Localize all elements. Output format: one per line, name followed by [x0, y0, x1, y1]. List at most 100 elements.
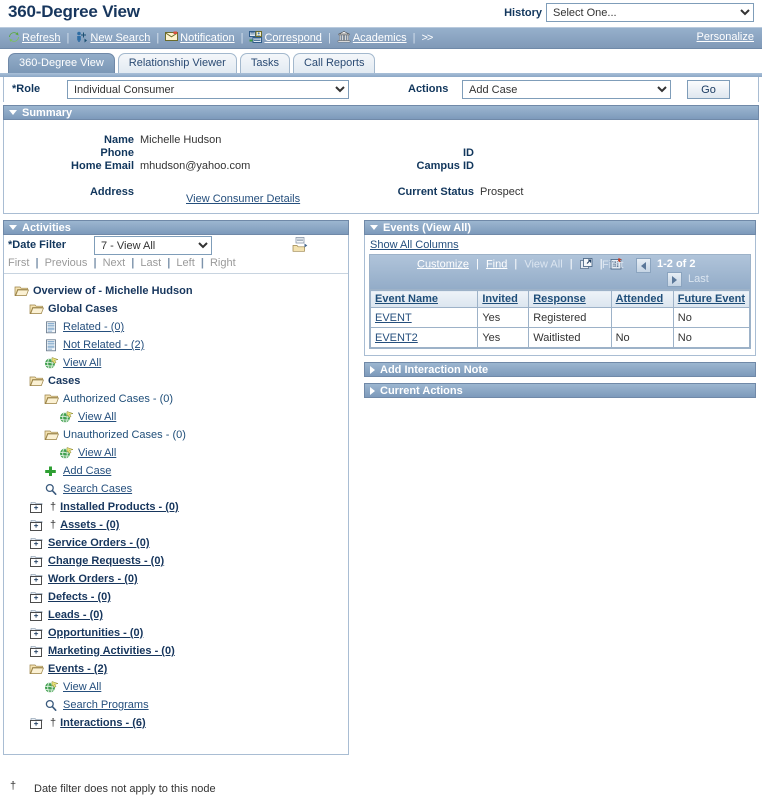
column-response[interactable]: Response	[528, 290, 612, 308]
actions-select[interactable]: Add Case	[462, 80, 671, 99]
tab-call-reports[interactable]: Call Reports	[292, 53, 376, 73]
folder-closed-icon[interactable]	[29, 537, 44, 550]
tree-node-label[interactable]: Related - (0)	[63, 321, 124, 333]
folder-closed-icon[interactable]	[29, 609, 44, 622]
folder-closed-icon[interactable]	[29, 645, 44, 658]
tree-node-label[interactable]: Not Related - (2)	[63, 339, 144, 351]
folder-closed-icon[interactable]	[29, 717, 44, 730]
tree-node-label[interactable]: Search Programs	[63, 699, 149, 711]
grid-previous-page-button[interactable]	[636, 258, 651, 273]
tree-node[interactable]: Service Orders - (0)	[4, 534, 348, 552]
events-header[interactable]: Events (View All)	[364, 220, 756, 235]
event-name-link[interactable]: EVENT2	[375, 332, 418, 344]
tree-node[interactable]: Opportunities - (0)	[4, 624, 348, 642]
grid-view-all-link[interactable]: View All	[524, 258, 562, 270]
tree-node-label[interactable]: Change Requests - (0)	[48, 555, 164, 567]
grid-find-link[interactable]: Find	[486, 258, 507, 270]
tree-node[interactable]: Defects - (0)	[4, 588, 348, 606]
tab-relationship-viewer[interactable]: Relationship Viewer	[117, 53, 237, 73]
tree-node[interactable]: View All	[4, 354, 348, 372]
tree-node-label[interactable]: Assets - (0)	[60, 519, 119, 531]
tree-node-label[interactable]: Add Case	[63, 465, 111, 477]
tree-node-label[interactable]: Opportunities - (0)	[48, 627, 143, 639]
tree-node[interactable]: Related - (0)	[4, 318, 348, 336]
tree-node[interactable]: Change Requests - (0)	[4, 552, 348, 570]
grid-next-page-button[interactable]	[667, 272, 682, 287]
tree-node[interactable]: Authorized Cases - (0)	[4, 390, 348, 408]
column-invited[interactable]: Invited	[477, 290, 530, 308]
column-future-event[interactable]: Future Event	[672, 290, 751, 308]
tree-expand-icon[interactable]	[292, 237, 308, 255]
toolbar-more-button[interactable]: >>	[421, 32, 433, 44]
folder-closed-icon[interactable]	[29, 627, 44, 640]
tree-node-label[interactable]: View All	[63, 681, 101, 693]
tree-node[interactable]: Not Related - (2)	[4, 336, 348, 354]
tree-node-label[interactable]: Service Orders - (0)	[48, 537, 150, 549]
tree-node-label[interactable]: View All	[63, 357, 101, 369]
column-event-name[interactable]: Event Name	[369, 290, 479, 308]
nav-last[interactable]: Last	[140, 257, 161, 269]
toolbar-academics[interactable]: Academics	[337, 30, 407, 46]
activities-header[interactable]: Activities	[3, 220, 349, 235]
tree-node-label[interactable]: Work Orders - (0)	[48, 573, 138, 585]
toolbar-notification[interactable]: Notification	[165, 31, 235, 45]
tree-node-label[interactable]: Installed Products - (0)	[60, 501, 179, 513]
personalize-link[interactable]: Personalize	[697, 31, 754, 43]
tab-tasks[interactable]: Tasks	[239, 53, 290, 73]
nav-next[interactable]: Next	[103, 257, 126, 269]
summary-header[interactable]: Summary	[3, 105, 759, 120]
folder-closed-icon[interactable]	[29, 501, 44, 514]
grid-last-label[interactable]: Last	[688, 273, 709, 285]
nav-first[interactable]: First	[8, 257, 29, 269]
show-all-columns-link[interactable]: Show All Columns	[370, 239, 459, 251]
tab-360-degree-view[interactable]: 360-Degree View	[8, 53, 115, 73]
nav-previous[interactable]: Previous	[45, 257, 88, 269]
folder-closed-icon[interactable]	[29, 573, 44, 586]
tree-node[interactable]: Search Programs	[4, 696, 348, 714]
tree-node[interactable]: View All	[4, 444, 348, 462]
tree-node[interactable]: View All	[4, 408, 348, 426]
tree-node-label[interactable]: Interactions - (6)	[60, 717, 146, 729]
tree-node-label[interactable]: Leads - (0)	[48, 609, 103, 621]
tree-node[interactable]: Search Cases	[4, 480, 348, 498]
tree-node-label[interactable]: Defects - (0)	[48, 591, 111, 603]
tree-node[interactable]: Overview of - Michelle Hudson	[4, 282, 348, 300]
tree-node[interactable]: Marketing Activities - (0)	[4, 642, 348, 660]
add-interaction-note-header[interactable]: Add Interaction Note	[364, 362, 756, 377]
toolbar-refresh[interactable]: Refresh	[8, 31, 61, 46]
view-consumer-details-link[interactable]: View Consumer Details	[186, 193, 300, 205]
folder-closed-icon[interactable]	[29, 591, 44, 604]
toolbar-correspond[interactable]: Correspond	[249, 30, 322, 46]
tree-node-label[interactable]: Events - (2)	[48, 663, 107, 675]
folder-closed-icon[interactable]	[29, 519, 44, 532]
grid-customize-link[interactable]: Customize	[417, 258, 469, 270]
grid-first-label[interactable]: First	[602, 259, 623, 271]
tree-node[interactable]: Add Case	[4, 462, 348, 480]
folder-closed-icon[interactable]	[29, 555, 44, 568]
nav-right[interactable]: Right	[210, 257, 236, 269]
tree-node-label[interactable]: Search Cases	[63, 483, 132, 495]
tree-node[interactable]: Leads - (0)	[4, 606, 348, 624]
tree-node[interactable]: Events - (2)	[4, 660, 348, 678]
toolbar-new-search[interactable]: New Search	[75, 31, 150, 46]
tree-node[interactable]: † Assets - (0)	[4, 516, 348, 534]
current-actions-header[interactable]: Current Actions	[364, 383, 756, 398]
tree-node[interactable]: Cases	[4, 372, 348, 390]
go-button[interactable]: Go	[687, 80, 730, 99]
tree-node[interactable]: † Installed Products - (0)	[4, 498, 348, 516]
tree-node-label[interactable]: View All	[78, 447, 116, 459]
tree-node[interactable]: Unauthorized Cases - (0)	[4, 426, 348, 444]
tree-node-label[interactable]: Marketing Activities - (0)	[48, 645, 175, 657]
nav-left[interactable]: Left	[176, 257, 194, 269]
tree-node[interactable]: Global Cases	[4, 300, 348, 318]
tree-node[interactable]: Work Orders - (0)	[4, 570, 348, 588]
event-name-link[interactable]: EVENT	[375, 312, 412, 324]
tree-node[interactable]: † Interactions - (6)	[4, 714, 348, 732]
tree-node[interactable]: View All	[4, 678, 348, 696]
history-select[interactable]: Select One...	[546, 3, 754, 22]
date-filter-select[interactable]: 7 - View All	[94, 236, 212, 255]
role-select[interactable]: Individual Consumer	[67, 80, 349, 99]
column-attended[interactable]: Attended	[610, 290, 674, 308]
download-icon[interactable]	[579, 258, 593, 271]
tree-node-label[interactable]: View All	[78, 411, 116, 423]
